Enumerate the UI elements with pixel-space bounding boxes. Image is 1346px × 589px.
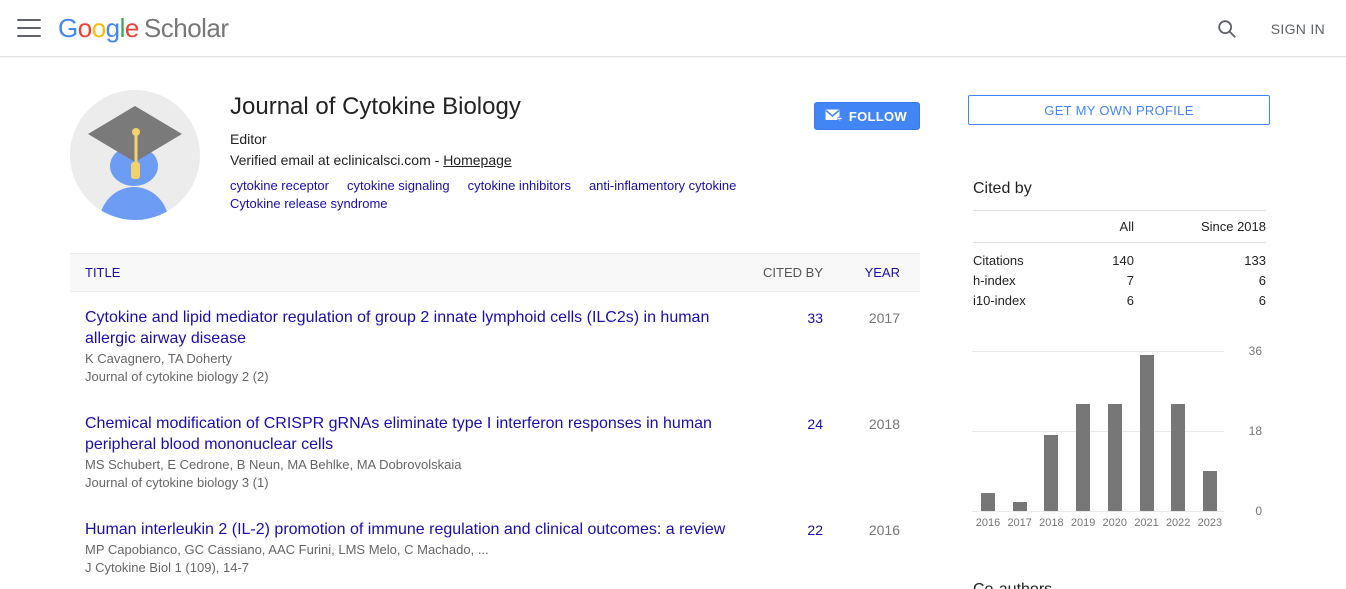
interest-link[interactable]: anti-inflamentory cytokine — [589, 177, 736, 195]
chart-bar-2023[interactable] — [1203, 471, 1217, 511]
col-since-label: Since 2018 — [1134, 219, 1266, 234]
stat-value-all: 140 — [1073, 251, 1134, 271]
chart-bar-2019[interactable] — [1076, 404, 1090, 511]
avatar — [70, 90, 200, 220]
chart-bar-2018[interactable] — [1044, 435, 1058, 511]
article-title-link[interactable]: Chemical modification of CRISPR gRNAs el… — [85, 413, 750, 455]
scholar-logo[interactable]: Google Scholar — [58, 13, 229, 44]
follow-button[interactable]: FOLLOW — [814, 102, 920, 130]
stat-label-link[interactable]: Citations — [973, 251, 1073, 271]
chart-bar-2022[interactable] — [1171, 404, 1185, 511]
stat-value-since: 6 — [1134, 271, 1266, 291]
article-year: 2016 — [823, 519, 900, 576]
article-venue: J Cytokine Biol 1 (109), 14-7 — [85, 560, 750, 576]
hamburger-menu-icon[interactable] — [17, 19, 41, 37]
homepage-link[interactable]: Homepage — [443, 152, 512, 168]
chart-gridline — [972, 351, 1224, 352]
chart-bar-2021[interactable] — [1140, 355, 1154, 511]
chart-xtick-label: 2017 — [1004, 517, 1036, 529]
citation-stats-header: All Since 2018 — [973, 210, 1266, 243]
chart-xtick-label: 2020 — [1099, 517, 1131, 529]
article-year: 2017 — [823, 307, 900, 385]
chart-bar-2017[interactable] — [1013, 502, 1027, 511]
chart-gridline — [972, 431, 1224, 432]
chart-xtick-label: 2023 — [1194, 517, 1226, 529]
interest-tags: cytokine receptor cytokine signaling cytok… — [230, 177, 810, 213]
article-row: Cytokine and lipid mediator regulation o… — [70, 292, 920, 398]
chart-xtick-label: 2018 — [1035, 517, 1067, 529]
cited-by-heading: Cited by — [973, 180, 1270, 198]
stat-label-link[interactable]: i10-index — [973, 291, 1073, 311]
article-venue: Journal of cytokine biology 3 (1) — [85, 475, 750, 491]
citation-stats-row: Citations140133 — [973, 251, 1266, 271]
sort-by-title-link[interactable]: TITLE — [70, 265, 750, 280]
follow-button-label: FOLLOW — [849, 109, 907, 124]
citation-stats-table: All Since 2018 Citations140133h-index76i… — [973, 210, 1266, 311]
article-cited-count[interactable]: 22 — [750, 519, 823, 576]
article-title-link[interactable]: Cytokine and lipid mediator regulation o… — [85, 307, 750, 349]
interest-link[interactable]: cytokine receptor — [230, 177, 329, 195]
stat-value-all: 7 — [1073, 271, 1134, 291]
article-authors: MP Capobianco, GC Cassiano, AAC Furini, … — [85, 542, 750, 558]
interest-link[interactable]: cytokine inhibitors — [468, 177, 571, 195]
article-cited-count[interactable]: 33 — [750, 307, 823, 385]
sort-by-citations-label[interactable]: CITED BY — [750, 265, 823, 280]
chart-ytick-label: 36 — [1224, 343, 1262, 359]
article-title-link[interactable]: Human interleukin 2 (IL-2) promotion of … — [85, 519, 750, 540]
sort-by-year-link[interactable]: YEAR — [823, 265, 900, 280]
article-row: Chemical modification of CRISPR gRNAs el… — [70, 398, 920, 504]
verified-email-text: Verified email at eclinicalsci.com - — [230, 152, 443, 168]
stat-label-link[interactable]: h-index — [973, 271, 1073, 291]
articles-list: Cytokine and lipid mediator regulation o… — [70, 292, 920, 589]
chart-xtick-label: 2016 — [972, 517, 1004, 529]
profile-role: Editor — [230, 131, 810, 148]
page-title: Journal of Cytokine Biology — [230, 92, 810, 122]
chart-gridline — [972, 511, 1224, 512]
scholar-logo-text: Scholar — [144, 13, 229, 44]
article-venue: Journal of cytokine biology 2 (2) — [85, 369, 750, 385]
chart-ytick-label: 0 — [1224, 503, 1262, 519]
citation-stats-row: h-index76 — [973, 271, 1266, 291]
stat-value-since: 6 — [1134, 291, 1266, 311]
citation-stats-row: i10-index66 — [973, 291, 1266, 311]
article-year: 2018 — [823, 413, 900, 491]
article-authors: K Cavagnero, TA Doherty — [85, 351, 750, 367]
article-authors: MS Schubert, E Cedrone, B Neun, MA Behlk… — [85, 457, 750, 473]
article-row: Human interleukin 2 (IL-2) promotion of … — [70, 504, 920, 589]
stat-value-all: 6 — [1073, 291, 1134, 311]
coauthors-heading: Co-authors — [973, 581, 1270, 589]
interest-link[interactable]: Cytokine release syndrome — [230, 195, 388, 213]
chart-ytick-label: 18 — [1224, 423, 1262, 439]
stat-value-since: 133 — [1134, 251, 1266, 271]
get-my-own-profile-button[interactable]: GET MY OWN PROFILE — [968, 95, 1270, 125]
articles-table-header: TITLE CITED BY YEAR — [70, 253, 920, 292]
profile-verified: Verified email at eclinicalsci.com - Hom… — [230, 152, 810, 169]
google-logo-text: Google — [58, 13, 139, 44]
citations-per-year-chart: 36 18 0 20162017201820192020202120222023 — [968, 343, 1270, 535]
article-cited-count[interactable]: 24 — [750, 413, 823, 491]
col-all-label: All — [1073, 219, 1134, 234]
chart-xtick-label: 2021 — [1131, 517, 1163, 529]
chart-xtick-label: 2022 — [1162, 517, 1194, 529]
chart-bar-2020[interactable] — [1108, 404, 1122, 511]
profile-header: Journal of Cytokine Biology Editor Verif… — [70, 90, 920, 220]
chart-bar-2016[interactable] — [981, 493, 995, 511]
chart-xtick-label: 2019 — [1067, 517, 1099, 529]
search-icon[interactable] — [1216, 18, 1238, 40]
sign-in-link[interactable]: SIGN IN — [1271, 21, 1325, 37]
topbar: Google Scholar SIGN IN — [0, 0, 1346, 57]
interest-link[interactable]: cytokine signaling — [347, 177, 450, 195]
follow-envelope-icon — [825, 109, 842, 123]
